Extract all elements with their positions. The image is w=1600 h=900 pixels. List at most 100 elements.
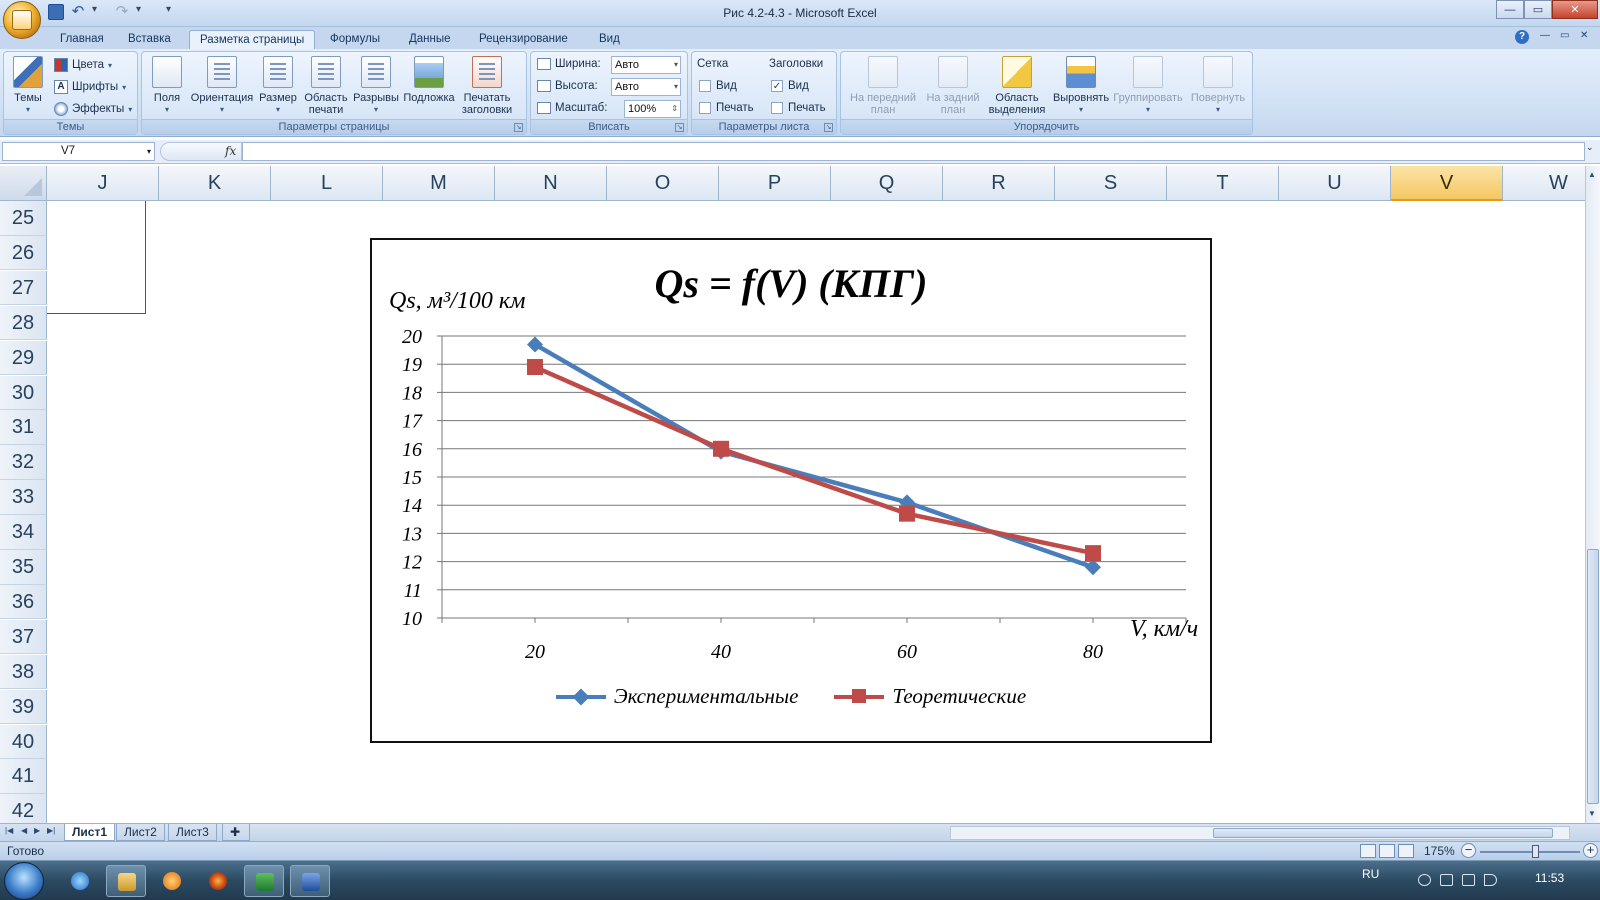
normal-view-icon[interactable] bbox=[1360, 844, 1376, 858]
column-header-q[interactable]: Q bbox=[831, 166, 943, 201]
clock[interactable]: 11:53 bbox=[1535, 871, 1564, 885]
row-header-29[interactable]: 29 bbox=[0, 340, 47, 376]
scroll-down-icon[interactable]: ▼ bbox=[1588, 809, 1596, 818]
tab-view[interactable]: Вид bbox=[589, 30, 630, 49]
column-header-s[interactable]: S bbox=[1055, 166, 1167, 201]
gridlines-print-checkbox[interactable]: Печать bbox=[699, 102, 754, 114]
row-header-37[interactable]: 37 bbox=[0, 619, 47, 655]
scale-launcher-icon[interactable]: ↘ bbox=[675, 123, 684, 132]
column-header-v[interactable]: V bbox=[1391, 166, 1503, 201]
taskbar-excel-icon[interactable] bbox=[244, 865, 284, 897]
close-button[interactable]: ✕ bbox=[1552, 0, 1598, 19]
language-indicator[interactable]: RU bbox=[1362, 867, 1379, 881]
maximize-button[interactable]: ▭ bbox=[1524, 0, 1552, 19]
first-sheet-icon[interactable]: |◀ bbox=[5, 826, 13, 835]
column-header-t[interactable]: T bbox=[1167, 166, 1279, 201]
office-button[interactable] bbox=[3, 1, 41, 39]
column-header-o[interactable]: O bbox=[607, 166, 719, 201]
taskbar-explorer-icon[interactable] bbox=[106, 865, 146, 897]
tray-flag-icon[interactable] bbox=[1418, 874, 1431, 886]
column-header-l[interactable]: L bbox=[271, 166, 383, 201]
horizontal-scroll-thumb[interactable] bbox=[1213, 828, 1553, 838]
formula-input[interactable] bbox=[242, 142, 1585, 161]
taskbar-firefox-icon[interactable] bbox=[198, 865, 238, 897]
row-header-42[interactable]: 42 bbox=[0, 794, 47, 823]
tray-battery-icon[interactable] bbox=[1440, 874, 1453, 886]
bring-to-front-button[interactable]: На передний план bbox=[847, 56, 919, 116]
prev-sheet-icon[interactable]: ◀ bbox=[21, 826, 27, 835]
name-box[interactable]: V7 ▾ bbox=[2, 142, 155, 161]
height-select[interactable]: Авто ▾ bbox=[611, 78, 681, 96]
background-button[interactable]: Подложка bbox=[401, 56, 457, 104]
tab-data[interactable]: Данные bbox=[399, 30, 461, 49]
row-header-25[interactable]: 25 bbox=[0, 201, 47, 236]
column-header-j[interactable]: J bbox=[47, 166, 159, 201]
zoom-level[interactable]: 175% bbox=[1424, 844, 1455, 858]
row-header-30[interactable]: 30 bbox=[0, 375, 47, 410]
colors-button[interactable]: Цвета ▾ bbox=[54, 56, 112, 74]
horizontal-scrollbar[interactable] bbox=[950, 826, 1570, 840]
sheet-tab-3[interactable]: Лист3 bbox=[168, 824, 217, 841]
scale-spinner[interactable]: 100% ⇕ bbox=[624, 100, 681, 118]
insert-sheet-icon[interactable]: ✚ bbox=[222, 824, 250, 841]
selection-pane-button[interactable]: Область выделения bbox=[987, 56, 1047, 116]
row-header-35[interactable]: 35 bbox=[0, 550, 47, 585]
sheet-tab-2[interactable]: Лист2 bbox=[116, 824, 165, 841]
column-header-n[interactable]: N bbox=[495, 166, 607, 201]
rotate-button[interactable]: Повернуть ▾ bbox=[1187, 56, 1249, 116]
scroll-up-icon[interactable]: ▲ bbox=[1588, 170, 1596, 179]
expand-formula-bar-icon[interactable]: ⌄ bbox=[1586, 142, 1598, 161]
row-header-34[interactable]: 34 bbox=[0, 515, 47, 550]
row-header-40[interactable]: 40 bbox=[0, 724, 47, 759]
taskbar-ie-icon[interactable] bbox=[60, 865, 100, 897]
row-header-27[interactable]: 27 bbox=[0, 270, 47, 306]
last-sheet-icon[interactable]: ▶| bbox=[47, 826, 55, 835]
themes-button[interactable]: Темы ▾ bbox=[8, 56, 48, 116]
effects-button[interactable]: Эффекты ▾ bbox=[54, 100, 132, 118]
workbook-minimize-icon[interactable]: — bbox=[1540, 30, 1550, 41]
insert-function-icon[interactable]: fx bbox=[225, 144, 236, 158]
taskbar-word-icon[interactable] bbox=[290, 865, 330, 897]
next-sheet-icon[interactable]: ▶ bbox=[34, 826, 40, 835]
row-header-36[interactable]: 36 bbox=[0, 584, 47, 620]
workbook-restore-icon[interactable]: ▭ bbox=[1560, 30, 1569, 41]
fonts-button[interactable]: A Шрифты ▾ bbox=[54, 78, 126, 96]
row-header-31[interactable]: 31 bbox=[0, 410, 47, 445]
tab-review[interactable]: Рецензирование bbox=[469, 30, 578, 49]
column-header-u[interactable]: U bbox=[1279, 166, 1391, 201]
breaks-button[interactable]: Разрывы ▾ bbox=[353, 56, 399, 116]
print-area-button[interactable]: Область печати bbox=[301, 56, 351, 116]
zoom-slider-thumb[interactable] bbox=[1532, 845, 1539, 858]
width-select[interactable]: Авто ▾ bbox=[611, 56, 681, 74]
margins-button[interactable]: Поля ▾ bbox=[147, 56, 187, 116]
tab-page-layout[interactable]: Разметка страницы bbox=[189, 30, 316, 49]
size-button[interactable]: Размер ▾ bbox=[257, 56, 299, 116]
zoom-out-button[interactable]: − bbox=[1461, 843, 1476, 858]
page-layout-view-icon[interactable] bbox=[1379, 844, 1395, 858]
column-header-m[interactable]: M bbox=[383, 166, 495, 201]
sheet-options-launcher-icon[interactable]: ↘ bbox=[824, 123, 833, 132]
start-button[interactable] bbox=[4, 862, 44, 900]
zoom-in-button[interactable]: + bbox=[1583, 843, 1598, 858]
tray-volume-icon[interactable] bbox=[1484, 874, 1497, 886]
row-header-41[interactable]: 41 bbox=[0, 759, 47, 794]
orientation-button[interactable]: Ориентация ▾ bbox=[189, 56, 255, 116]
chart-object[interactable]: 10 11 12 13 14 15 16 17 18 19 20 20 40 60 80 Qs = f(V)… bbox=[370, 238, 1212, 743]
tray-network-icon[interactable] bbox=[1462, 874, 1475, 886]
row-header-33[interactable]: 33 bbox=[0, 480, 47, 515]
column-header-w[interactable]: W bbox=[1503, 166, 1585, 201]
row-header-32[interactable]: 32 bbox=[0, 445, 47, 480]
vertical-scrollbar[interactable]: ▲ ▼ bbox=[1585, 166, 1600, 823]
gridlines-view-checkbox[interactable]: Вид bbox=[699, 80, 737, 92]
row-header-38[interactable]: 38 bbox=[0, 654, 47, 690]
headings-print-checkbox[interactable]: Печать bbox=[771, 102, 826, 114]
column-header-r[interactable]: R bbox=[943, 166, 1055, 201]
row-header-26[interactable]: 26 bbox=[0, 235, 47, 271]
send-to-back-button[interactable]: На задний план bbox=[921, 56, 985, 116]
help-icon[interactable]: ? bbox=[1515, 30, 1529, 44]
sheet-tab-1[interactable]: Лист1 bbox=[64, 824, 116, 841]
column-header-k[interactable]: K bbox=[159, 166, 271, 201]
row-header-28[interactable]: 28 bbox=[0, 305, 47, 341]
column-header-p[interactable]: P bbox=[719, 166, 831, 201]
taskbar-media-player-icon[interactable] bbox=[152, 865, 192, 897]
